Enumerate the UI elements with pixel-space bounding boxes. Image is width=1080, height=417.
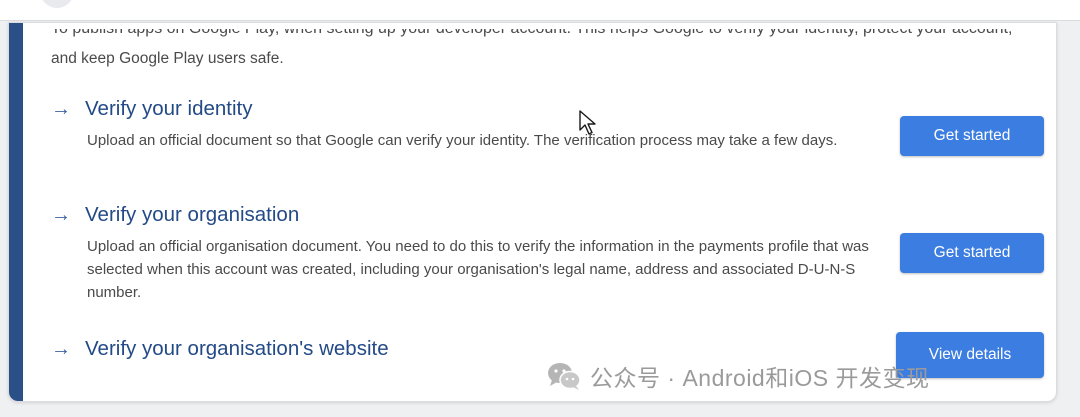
section-title: Verify your identity <box>85 97 253 120</box>
section-title: Verify your organisation's website <box>85 337 389 360</box>
accent-bar <box>9 23 23 401</box>
intro-partial-line-clip: To publish apps on Google Play, when set… <box>51 29 1051 45</box>
arrow-right-icon: → <box>51 338 71 360</box>
verification-card: To publish apps on Google Play, when set… <box>8 22 1057 402</box>
get-started-identity-button[interactable]: Get started <box>900 116 1044 156</box>
section-description: Upload an official organisation document… <box>87 238 869 301</box>
section-description: Upload an official document so that Goog… <box>87 132 838 149</box>
mouse-pointer-icon <box>579 110 596 135</box>
section-title: Verify your organisation <box>85 203 300 226</box>
watermark-text: 公众号 · Android和iOS 开发变现 <box>590 365 930 391</box>
get-started-organisation-button[interactable]: Get started <box>900 233 1044 273</box>
top-bar <box>0 0 1080 21</box>
wechat-icon <box>548 363 581 390</box>
intro-text: and keep Google Play users safe. <box>51 50 284 67</box>
avatar[interactable] <box>40 0 74 8</box>
intro-partial-line: To publish apps on Google Play, when set… <box>51 29 1012 38</box>
arrow-right-icon: → <box>51 98 71 120</box>
arrow-right-icon: → <box>51 204 71 226</box>
watermark: 公众号 · Android和iOS 开发变现 <box>546 358 929 394</box>
